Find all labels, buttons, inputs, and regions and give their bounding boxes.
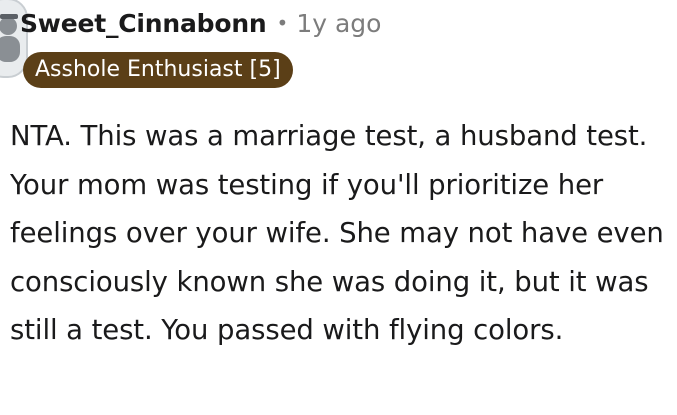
comment-text: NTA. This was a marriage test, a husband… <box>10 120 664 346</box>
comment-header: Sweet_Cinnabonn • 1y ago <box>20 4 381 42</box>
comment-timestamp[interactable]: 1y ago <box>296 9 381 38</box>
username-link[interactable]: Sweet_Cinnabonn <box>20 9 267 38</box>
meta-separator: • <box>276 11 289 35</box>
user-flair-badge: Asshole Enthusiast [5] <box>23 52 293 88</box>
